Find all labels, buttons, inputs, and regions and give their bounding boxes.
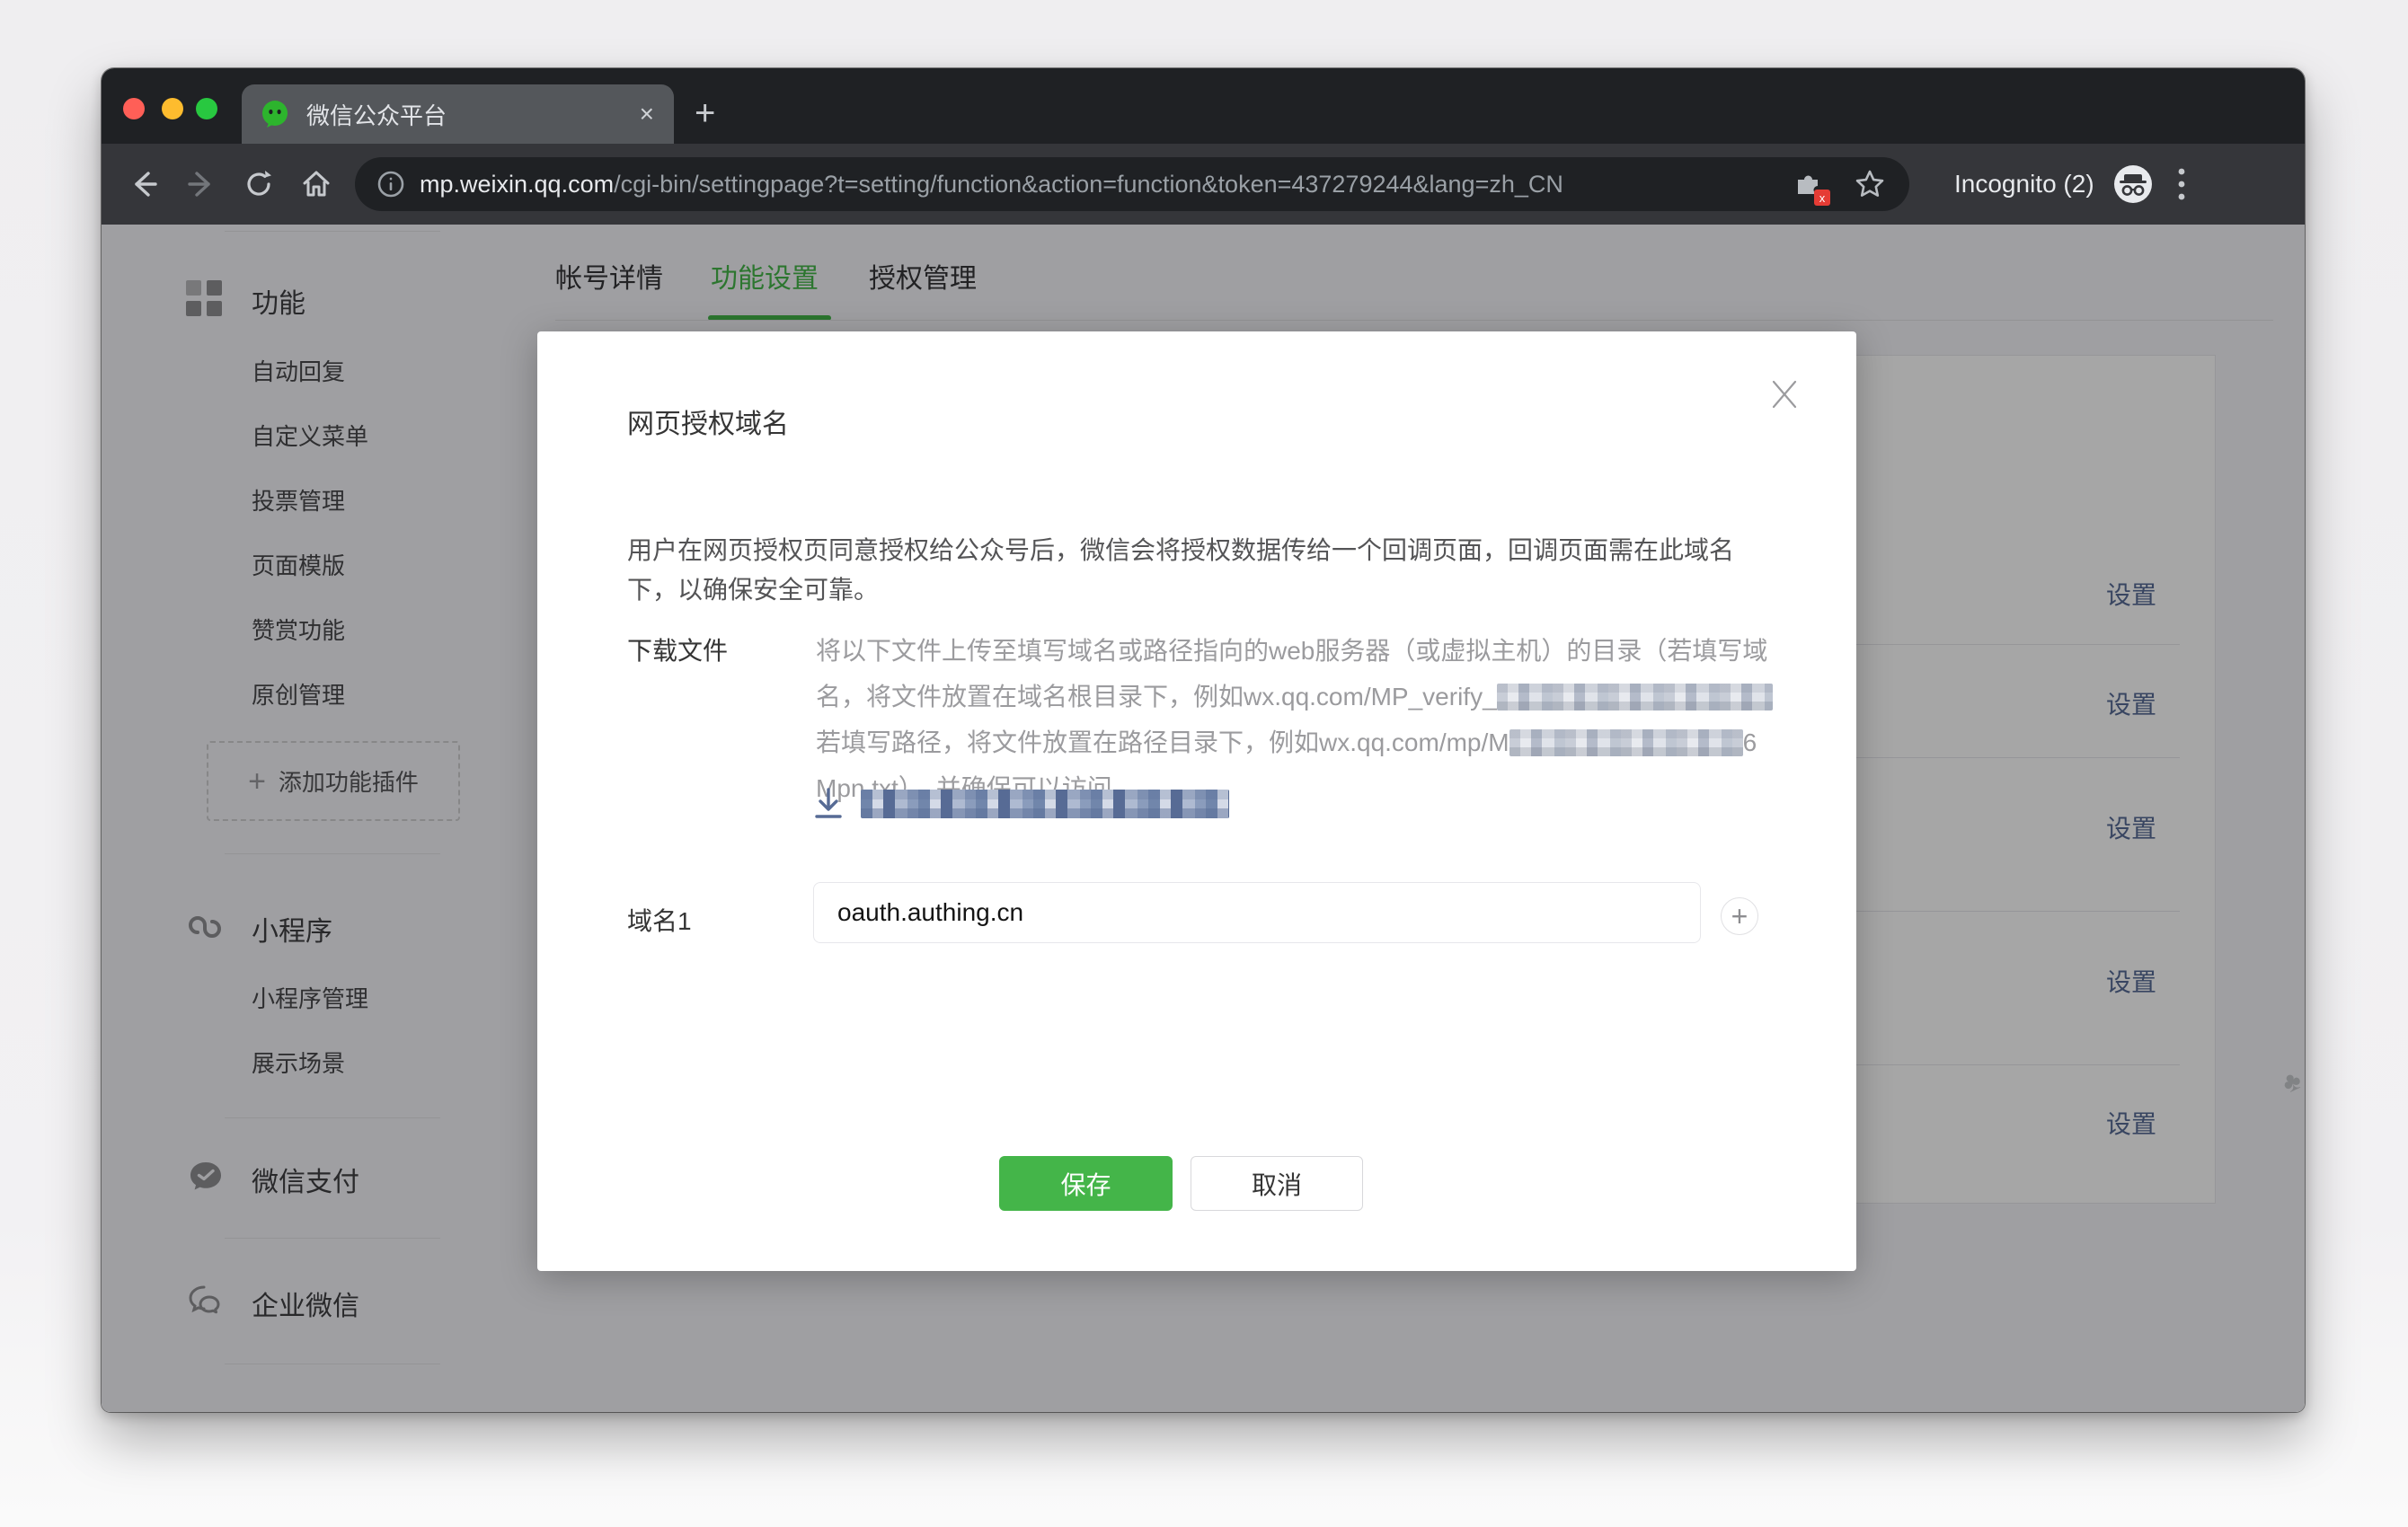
tab-title: 微信公众平台 xyxy=(306,98,447,131)
download-file-label: 下载文件 xyxy=(627,631,728,667)
verification-file-download-link[interactable] xyxy=(812,786,1229,822)
download-instructions: 将以下文件上传至填写域名或路径指向的web服务器（或虚拟主机）的目录（若填写域 … xyxy=(816,628,1813,811)
add-domain-button[interactable]: + xyxy=(1721,897,1758,935)
censored-filename xyxy=(861,790,1229,818)
back-icon[interactable] xyxy=(128,169,159,199)
wechat-favicon-icon xyxy=(260,99,290,129)
browser-window: 微信公众平台 × + mp.weixin.qq.com /cgi-bin/set… xyxy=(102,68,2305,1412)
reload-icon[interactable] xyxy=(243,169,274,199)
traffic-minimize-button[interactable] xyxy=(162,98,183,119)
browser-titlebar: 微信公众平台 × + xyxy=(102,68,2305,144)
censored-text xyxy=(1497,684,1773,711)
page-content: 功能 自动回复 自定义菜单 投票管理 页面模版 赞赏功能 原创管理 + 添加功能… xyxy=(102,225,2305,1412)
extension-puzzle-icon[interactable]: x xyxy=(1791,168,1823,200)
page-info-icon[interactable] xyxy=(376,170,405,199)
new-tab-button[interactable]: + xyxy=(695,95,715,131)
url-path: /cgi-bin/settingpage?t=setting/function&… xyxy=(614,171,1563,199)
web-auth-domain-modal: 网页授权域名 用户在网页授权页同意授权给公众号后，微信会将授权数据传给一个回调页… xyxy=(537,331,1856,1271)
modal-description: 用户在网页授权页同意授权给公众号后，微信会将授权数据传给一个回调页面，回调页面需… xyxy=(627,531,1768,610)
download-icon xyxy=(812,786,845,822)
instruction-line3: 若填写路径，将文件放置在路径目录下，例如wx.qq.com/mp/M xyxy=(816,728,1509,756)
tab-close-icon[interactable]: × xyxy=(640,100,654,128)
extension-error-badge: x xyxy=(1814,190,1830,206)
toolbar-right: Incognito (2) xyxy=(1931,163,2186,205)
modal-title: 网页授权域名 xyxy=(627,402,789,441)
domain1-label: 域名1 xyxy=(627,902,692,938)
url-host: mp.weixin.qq.com xyxy=(420,171,614,199)
incognito-avatar-icon[interactable] xyxy=(2112,163,2154,205)
url-bar[interactable]: mp.weixin.qq.com /cgi-bin/settingpage?t=… xyxy=(355,157,1909,211)
browser-toolbar: mp.weixin.qq.com /cgi-bin/settingpage?t=… xyxy=(102,144,2305,225)
censored-text xyxy=(1509,729,1743,756)
incognito-label: Incognito (2) xyxy=(1954,170,2094,199)
domain1-input[interactable] xyxy=(813,882,1701,943)
instruction-line1: 将以下文件上传至填写域名或路径指向的web服务器（或虚拟主机）的目录（若填写域 xyxy=(816,637,1767,665)
bookmark-star-icon[interactable] xyxy=(1854,168,1886,200)
traffic-close-button[interactable] xyxy=(123,98,145,119)
instruction-line3-suffix: 6 xyxy=(1743,728,1757,756)
forward-icon[interactable] xyxy=(186,169,217,199)
traffic-zoom-button[interactable] xyxy=(196,98,217,119)
modal-close-icon[interactable] xyxy=(1757,367,1811,421)
home-icon[interactable] xyxy=(301,169,332,199)
save-button[interactable]: 保存 xyxy=(999,1156,1173,1211)
cancel-button[interactable]: 取消 xyxy=(1191,1156,1363,1211)
omnibox-right-icons: x xyxy=(1791,168,1909,200)
instruction-line2: 名，将文件放置在域名根目录下，例如wx.qq.com/MP_verify_ xyxy=(816,683,1497,711)
browser-menu-icon[interactable] xyxy=(2177,166,2186,202)
browser-tab[interactable]: 微信公众平台 × xyxy=(242,84,674,144)
